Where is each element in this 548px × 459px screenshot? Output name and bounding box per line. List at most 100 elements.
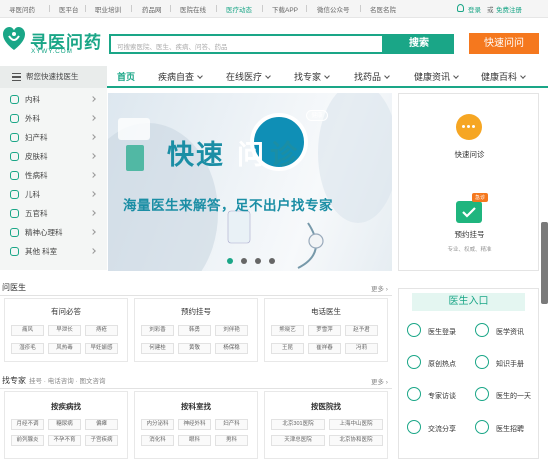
knowledge-handbook-link[interactable]: 知识手册 <box>496 359 524 369</box>
disease-tag[interactable]: 子宫疾病 <box>85 435 118 446</box>
by-hospital-title[interactable]: 按医院找 <box>264 401 388 412</box>
sidebar-item-internal[interactable]: 内科 <box>0 90 107 109</box>
carousel-dot[interactable] <box>227 258 233 264</box>
nav-health-wiki[interactable]: 健康百科 <box>481 70 526 83</box>
hospital-tag[interactable]: 北京301医院 <box>271 419 325 430</box>
department-tag[interactable]: 消化科 <box>141 435 174 446</box>
sidebar-item-surgery[interactable]: 外科 <box>0 109 107 128</box>
doctor-tag[interactable]: 杨保稳 <box>215 343 248 354</box>
find-expert-subtitle: 挂号 · 电话咨询 · 图文咨询 <box>29 378 106 385</box>
hero-banner[interactable] <box>108 93 392 271</box>
sidebar-item-other[interactable]: 其他 科室 <box>0 242 107 261</box>
ask-doctor-more-link[interactable]: 更多 › <box>371 283 388 293</box>
search-button[interactable]: 搜索 <box>384 34 454 54</box>
find-expert-more-link[interactable]: 更多 › <box>371 376 388 386</box>
disease-tag[interactable]: 糖尿病 <box>48 419 81 430</box>
qa-tag[interactable]: 早妊娠感 <box>85 343 118 354</box>
booking-label[interactable]: 预约挂号 <box>399 229 540 240</box>
by-disease-title[interactable]: 按疾病找 <box>4 401 128 412</box>
share-link[interactable]: 交流分享 <box>428 424 456 434</box>
expert-interview-link[interactable]: 专家访谈 <box>428 391 456 401</box>
medical-news-icon <box>475 323 489 337</box>
doctor-tag[interactable]: 黄敬 <box>178 343 211 354</box>
chevron-down-icon <box>520 73 526 79</box>
doctor-tag[interactable]: 刘彩香 <box>141 325 174 336</box>
disease-tag[interactable]: 不孕不育 <box>48 435 81 446</box>
doctor-tag[interactable]: 崔祥春 <box>308 343 341 354</box>
calendar-check-icon[interactable] <box>456 201 482 223</box>
logo-heart-icon[interactable] <box>2 26 26 52</box>
carousel-dot[interactable] <box>269 258 275 264</box>
qa-tag[interactable]: 风热毒 <box>48 343 81 354</box>
search-input[interactable]: 可搜索医院、医生、疾病、问答、药品 <box>109 34 384 54</box>
top-link-hospital-online[interactable]: 医院在线 <box>180 4 206 14</box>
top-link-training[interactable]: 职业培训 <box>95 4 121 14</box>
register-link[interactable]: 免费注册 <box>496 4 522 14</box>
by-department-title[interactable]: 按科室找 <box>134 401 258 412</box>
doctor-tag[interactable]: 罗雪萍 <box>308 325 341 336</box>
doctor-tag[interactable]: 韩勇 <box>178 325 211 336</box>
doctor-tag[interactable]: 冯莉 <box>345 343 378 354</box>
nav-label: 疾病自查 <box>158 72 195 82</box>
sidebar-item-psychiatry[interactable]: 精神心理科 <box>0 223 107 242</box>
top-link-famous[interactable]: 名医名院 <box>370 4 396 14</box>
medical-news-link[interactable]: 医学资讯 <box>496 327 524 337</box>
sidebar-item-std[interactable]: 性病科 <box>0 166 107 185</box>
phone-doctor-column-title[interactable]: 电话医生 <box>264 306 388 317</box>
qa-tag[interactable]: 痛风 <box>11 325 44 336</box>
department-tag[interactable]: 神经外科 <box>178 419 211 430</box>
nav-disease-check[interactable]: 疾病自查 <box>158 70 203 83</box>
nav-home[interactable]: 首页 <box>117 70 135 83</box>
doctor-day-link[interactable]: 医生的一天 <box>496 391 531 401</box>
quick-consult-icon[interactable] <box>456 114 482 140</box>
doctor-tag[interactable]: 何建桂 <box>141 343 174 354</box>
hospital-tag[interactable]: 北京协和医院 <box>329 435 383 446</box>
nav-health-news[interactable]: 健康资讯 <box>414 70 459 83</box>
doctor-tag[interactable]: 王昆 <box>271 343 304 354</box>
original-hot-link[interactable]: 原创热点 <box>428 359 456 369</box>
department-tag[interactable]: 内分泌科 <box>141 419 174 430</box>
top-link-drugs[interactable]: 药品网 <box>142 4 162 14</box>
top-link-platform[interactable]: 医平台 <box>59 4 79 14</box>
sidebar-item-pediatrics[interactable]: 儿科 <box>0 185 107 204</box>
sidebar-item-obstetrics[interactable]: 妇产科 <box>0 128 107 147</box>
quick-consult-label[interactable]: 快速问诊 <box>399 149 540 160</box>
qa-tag[interactable]: 早泄长 <box>48 325 81 336</box>
doctor-tag[interactable]: 熊晓艺 <box>271 325 304 336</box>
qa-tag[interactable]: 湿疹毛 <box>11 343 44 354</box>
login-link[interactable]: 登录 <box>468 4 481 14</box>
doctor-tag[interactable]: 赵予君 <box>345 325 378 336</box>
disease-tag[interactable]: 前列腺炎 <box>11 435 44 446</box>
category-menu-header[interactable]: 帮您快速找医生 <box>0 66 107 88</box>
disease-tag[interactable]: 偏瘫 <box>85 419 118 430</box>
recruit-link[interactable]: 医生招聘 <box>496 424 524 434</box>
sidebar-item-label: 内科 <box>25 95 40 104</box>
top-link-medical-news[interactable]: 医疗动态 <box>226 4 252 14</box>
qa-tag[interactable]: 痔疮 <box>85 325 118 336</box>
nav-find-drug[interactable]: 找药品 <box>354 70 390 83</box>
hospital-tag[interactable]: 上海中山医院 <box>329 419 383 430</box>
find-expert-title: 找专家 挂号 · 电话咨询 · 图文咨询 <box>2 375 106 386</box>
disease-tag[interactable]: 月经不调 <box>11 419 44 430</box>
nav-find-expert[interactable]: 找专家 <box>294 70 330 83</box>
carousel-dot[interactable] <box>241 258 247 264</box>
doctor-login-link[interactable]: 医生登录 <box>428 327 456 337</box>
carousel-dot[interactable] <box>255 258 261 264</box>
department-tag[interactable]: 妇产科 <box>215 419 248 430</box>
side-float-bar[interactable] <box>541 222 548 304</box>
more-label: 更多 <box>371 379 384 386</box>
top-link-wechat[interactable]: 微信公众号 <box>317 4 350 14</box>
department-tag[interactable]: 男科 <box>215 435 248 446</box>
chevron-down-icon <box>384 73 390 79</box>
doctor-tag[interactable]: 刘伴艳 <box>215 325 248 336</box>
quick-ask-button[interactable]: 快速问问 <box>469 33 539 54</box>
sidebar-item-dermatology[interactable]: 皮肤科 <box>0 147 107 166</box>
booking-column-title[interactable]: 预约挂号 <box>134 306 258 317</box>
sidebar-item-ent[interactable]: 五官科 <box>0 204 107 223</box>
top-link-xywy[interactable]: 寻医问药 <box>9 4 35 14</box>
department-tag[interactable]: 眼科 <box>178 435 211 446</box>
top-link-download-app[interactable]: 下载APP <box>272 4 298 14</box>
nav-online-medical[interactable]: 在线医疗 <box>226 70 271 83</box>
qa-column-title[interactable]: 有问必答 <box>4 306 128 317</box>
hospital-tag[interactable]: 天津总医院 <box>271 435 325 446</box>
